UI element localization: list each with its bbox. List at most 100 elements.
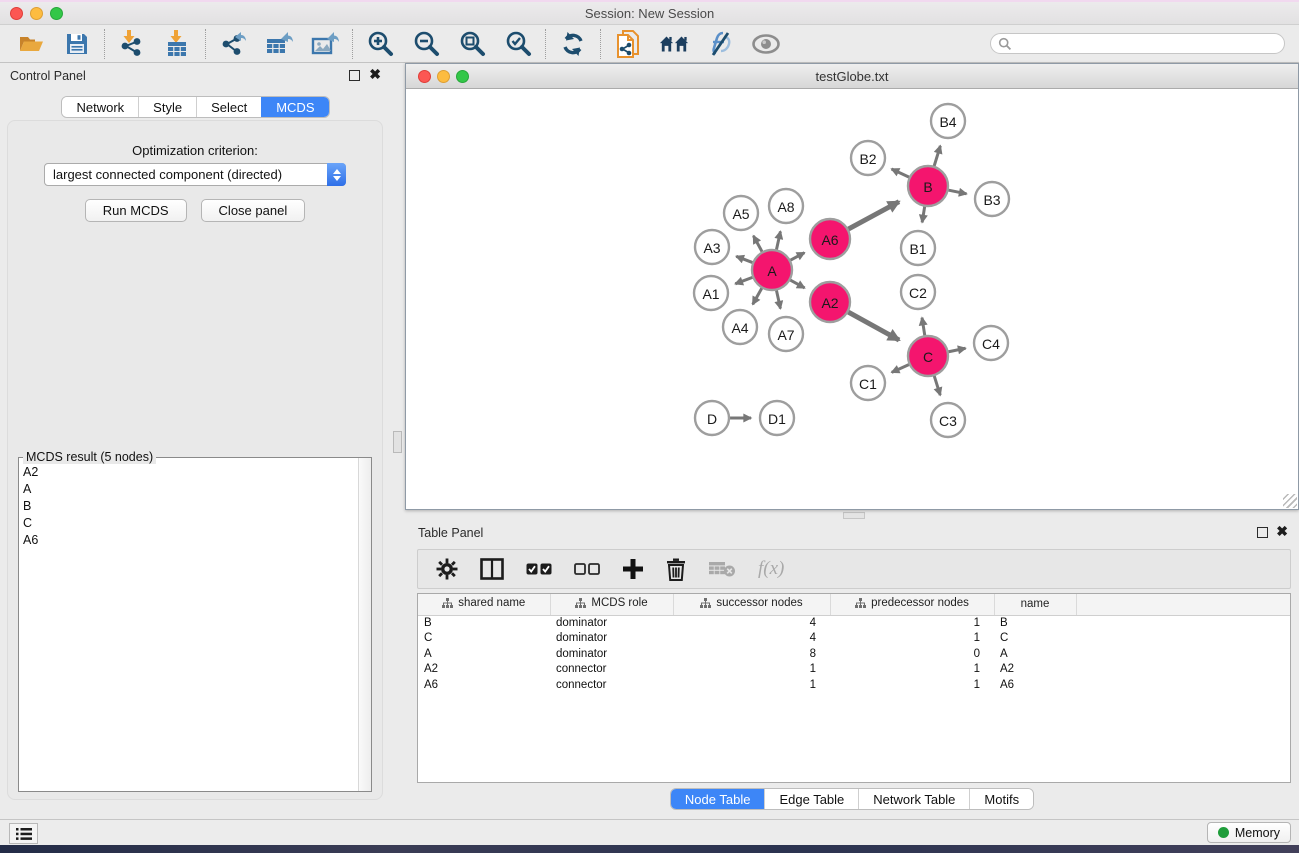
table-row[interactable]: Cdominator41C — [418, 631, 1290, 647]
graph-node-A8[interactable]: A8 — [769, 189, 803, 223]
network-canvas[interactable]: A A1 A2 A3 A4 A5 A6 A7 A8 B B1 B2 B3 B4 C C1 C2 C3 C4 D D1 — [406, 89, 1298, 509]
export-table-icon[interactable] — [264, 29, 294, 59]
zoom-out-icon[interactable] — [411, 29, 441, 59]
graph-node-A[interactable]: A — [752, 250, 792, 290]
column-type-icon — [700, 598, 711, 609]
graph-node-B2[interactable]: B2 — [851, 141, 885, 175]
graph-node-C[interactable]: C — [908, 336, 948, 376]
close-panel-button[interactable]: Close panel — [201, 199, 306, 222]
vertical-splitter[interactable] — [391, 63, 405, 810]
graph-node-C4[interactable]: C4 — [974, 326, 1008, 360]
export-image-icon[interactable] — [310, 29, 340, 59]
tab-select[interactable]: Select — [196, 97, 261, 117]
optimization-criterion-select[interactable]: largest connected component (directed) — [44, 163, 346, 186]
create-column-plus-icon[interactable] — [622, 558, 644, 580]
export-network-icon[interactable] — [218, 29, 248, 59]
graph-node-A7[interactable]: A7 — [769, 317, 803, 351]
table-settings-gear-icon[interactable] — [436, 558, 458, 580]
mcds-tab-content: Optimization criterion: largest connecte… — [7, 120, 383, 800]
svg-text:A5: A5 — [732, 206, 749, 222]
table-row[interactable]: Bdominator41B — [418, 615, 1290, 631]
import-table-icon[interactable] — [163, 29, 193, 59]
result-item[interactable]: A2 — [19, 463, 357, 480]
result-item[interactable]: C — [19, 514, 357, 531]
graph-edge-A-A8[interactable] — [776, 231, 781, 252]
graph-node-B4[interactable]: B4 — [931, 104, 965, 138]
tab-edge-table[interactable]: Edge Table — [764, 789, 858, 809]
close-panel-icon[interactable]: ✖ — [369, 66, 381, 83]
graph-node-A1[interactable]: A1 — [694, 276, 728, 310]
run-mcds-button[interactable]: Run MCDS — [85, 199, 187, 222]
mcds-result-list[interactable]: A2ABCA6 — [19, 463, 357, 791]
search-input[interactable] — [990, 33, 1285, 54]
graph-node-B[interactable]: B — [908, 166, 948, 206]
toggle-graphics-details-icon[interactable] — [705, 29, 735, 59]
column-header-name[interactable]: name — [994, 594, 1076, 615]
column-header-predecessor-nodes[interactable]: predecessor nodes — [830, 594, 994, 615]
main-toolbar — [0, 25, 1299, 63]
import-network-icon[interactable] — [117, 29, 147, 59]
float-panel-icon[interactable] — [349, 70, 360, 81]
function-builder-icon[interactable]: f(x) — [758, 558, 784, 580]
graph-edge-A-A4[interactable] — [753, 286, 763, 305]
result-scrollbar[interactable] — [358, 458, 371, 791]
graph-edge-B-B2[interactable] — [892, 169, 912, 178]
show-task-history-button[interactable] — [9, 823, 38, 844]
result-item[interactable]: B — [19, 497, 357, 514]
result-item[interactable]: A — [19, 480, 357, 497]
graph-node-A6[interactable]: A6 — [810, 219, 850, 259]
graph-edge-A6-B[interactable] — [846, 202, 899, 231]
window-resize-grip[interactable] — [1283, 494, 1297, 508]
graph-node-D1[interactable]: D1 — [760, 401, 794, 435]
splitter-handle[interactable] — [393, 431, 402, 453]
tab-style[interactable]: Style — [138, 97, 196, 117]
toggle-column-panel-icon[interactable] — [480, 558, 504, 580]
table-close-panel-icon[interactable]: ✖ — [1276, 523, 1288, 540]
tab-motifs[interactable]: Motifs — [969, 789, 1033, 809]
table-row[interactable]: A2connector11A2 — [418, 662, 1290, 678]
result-item[interactable]: A6 — [19, 531, 357, 548]
graph-node-C1[interactable]: C1 — [851, 366, 885, 400]
tab-network[interactable]: Network — [62, 97, 138, 117]
column-header-shared-name[interactable]: shared name — [418, 594, 550, 615]
column-header-successor-nodes[interactable]: successor nodes — [673, 594, 830, 615]
table-row[interactable]: A6connector11A6 — [418, 677, 1290, 693]
graph-edge-A-A7[interactable] — [776, 288, 781, 309]
memory-button[interactable]: Memory — [1207, 822, 1291, 843]
graph-node-B3[interactable]: B3 — [975, 182, 1009, 216]
graph-node-D[interactable]: D — [695, 401, 729, 435]
show-hide-eye-icon[interactable] — [751, 29, 781, 59]
graph-node-B1[interactable]: B1 — [901, 231, 935, 265]
delete-table-icon[interactable] — [708, 560, 736, 578]
delete-column-trash-icon[interactable] — [666, 558, 686, 581]
graph-node-C2[interactable]: C2 — [901, 275, 935, 309]
graph-node-A4[interactable]: A4 — [723, 310, 757, 344]
tab-mcds[interactable]: MCDS — [261, 97, 328, 117]
open-session-icon[interactable] — [16, 29, 46, 59]
graph-edge-B-B4[interactable] — [933, 146, 940, 169]
graph-edge-A2-C[interactable] — [846, 311, 899, 340]
zoom-selected-icon[interactable] — [503, 29, 533, 59]
graph-edge-C-C3[interactable] — [933, 373, 940, 395]
refresh-layout-icon[interactable] — [558, 29, 588, 59]
select-all-columns-icon[interactable] — [526, 563, 552, 576]
graph-node-C3[interactable]: C3 — [931, 403, 965, 437]
network-from-selection-icon[interactable] — [613, 29, 643, 59]
cyndex-browser-icon[interactable] — [659, 29, 689, 59]
zoom-in-icon[interactable] — [365, 29, 395, 59]
table-float-panel-icon[interactable] — [1257, 527, 1268, 538]
horizontal-splitter-handle[interactable] — [843, 512, 865, 519]
tab-network-table[interactable]: Network Table — [858, 789, 969, 809]
graph-node-A2[interactable]: A2 — [810, 282, 850, 322]
save-session-icon[interactable] — [62, 29, 92, 59]
network-window-titlebar[interactable]: testGlobe.txt — [406, 64, 1298, 89]
network-graph[interactable]: A A1 A2 A3 A4 A5 A6 A7 A8 B B1 B2 B3 B4 C C1 C2 C3 C4 D D1 — [406, 89, 1298, 509]
column-header-mcds-role[interactable]: MCDS role — [550, 594, 673, 615]
table-row[interactable]: Adominator80A — [418, 646, 1290, 662]
graph-node-A3[interactable]: A3 — [695, 230, 729, 264]
deselect-all-columns-icon[interactable] — [574, 563, 600, 576]
tab-node-table[interactable]: Node Table — [671, 789, 765, 809]
graph-node-A5[interactable]: A5 — [724, 196, 758, 230]
graph-edge-C-C1[interactable] — [892, 363, 912, 372]
zoom-fit-icon[interactable] — [457, 29, 487, 59]
